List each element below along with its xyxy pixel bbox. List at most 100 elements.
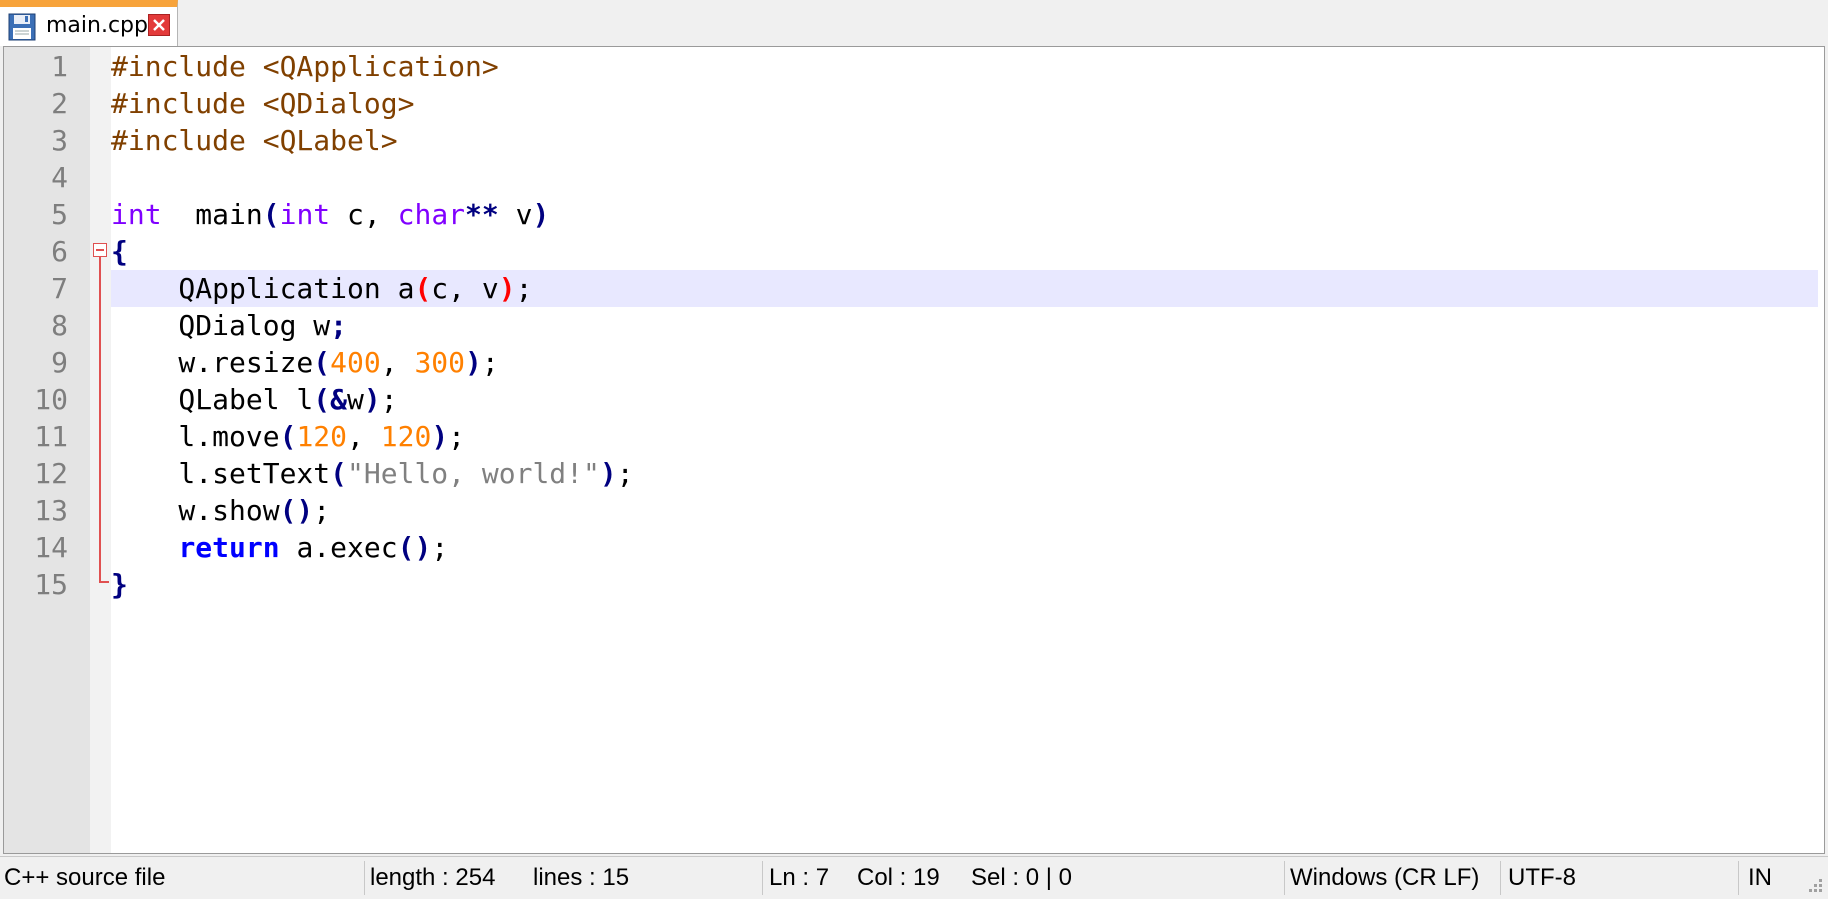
status-divider xyxy=(364,861,365,895)
code-line[interactable]: int main(int c, char** v) xyxy=(111,196,1818,233)
resize-grip-icon[interactable] xyxy=(1804,874,1824,894)
code-line[interactable]: return a.exec(); xyxy=(111,529,1818,566)
code-line[interactable]: l.setText("Hello, world!"); xyxy=(111,455,1818,492)
code-token: QLabel l xyxy=(111,383,314,416)
code-line[interactable]: QLabel l(&w); xyxy=(111,381,1818,418)
code-token: { xyxy=(111,235,128,268)
line-number: 7 xyxy=(51,272,68,305)
code-line[interactable]: QDialog w; xyxy=(111,307,1818,344)
tab-main-cpp[interactable]: main.cpp xyxy=(0,0,178,46)
status-divider xyxy=(1500,861,1501,895)
line-number: 13 xyxy=(34,494,68,527)
code-token: ( xyxy=(414,272,432,305)
code-line[interactable]: w.resize(400, 300); xyxy=(111,344,1818,381)
code-editor[interactable]: #include <QApplication> #include <QDialog… xyxy=(3,46,1825,854)
code-token: 400 xyxy=(330,346,381,379)
code-token: ( xyxy=(313,346,331,379)
fold-collapse-icon[interactable] xyxy=(93,243,107,257)
code-token: a.exec xyxy=(279,531,398,564)
code-token: () xyxy=(279,494,314,527)
code-token: "Hello, world!" xyxy=(347,457,600,490)
code-line[interactable] xyxy=(111,159,1818,196)
status-ln: Ln : 7 xyxy=(769,864,830,891)
line-number: 11 xyxy=(34,420,68,453)
code-line[interactable]: #include <QLabel> xyxy=(111,122,1818,159)
code-token: ) xyxy=(363,383,381,416)
code-token: ; xyxy=(313,494,331,527)
status-lines: lines : 15 xyxy=(533,864,630,891)
status-col: Col : 19 xyxy=(857,864,940,891)
code-token: return xyxy=(178,531,280,564)
save-icon xyxy=(8,13,36,41)
code-token: ) xyxy=(465,346,482,379)
code-token: , xyxy=(380,346,415,379)
code-token: } xyxy=(111,568,128,601)
status-eol[interactable]: Windows (CR LF) xyxy=(1290,857,1479,899)
code-token: () xyxy=(397,531,432,564)
code-token: 120 xyxy=(380,420,432,453)
status-sel: Sel : 0 | 0 xyxy=(971,864,1072,891)
code-token: c, v xyxy=(431,272,499,305)
code-line[interactable]: l.move(120, 120); xyxy=(111,418,1818,455)
code-token: char xyxy=(397,198,466,231)
line-number: 2 xyxy=(51,87,68,120)
code-token: QApplication a xyxy=(111,272,415,305)
code-token: ; xyxy=(448,420,466,453)
status-bar: C++ source file length : 254 lines : 15 … xyxy=(0,856,1828,898)
line-number: 10 xyxy=(34,383,68,416)
line-number: 4 xyxy=(51,161,68,194)
code-token: ; xyxy=(515,272,533,305)
status-insert-mode[interactable]: IN xyxy=(1748,857,1772,899)
code-token: #include <QLabel> xyxy=(111,124,398,157)
code-token: ; xyxy=(481,346,499,379)
code-token: c, xyxy=(330,198,398,231)
code-token: main xyxy=(161,198,263,231)
code-token: v xyxy=(498,198,533,231)
code-token: ) xyxy=(532,198,550,231)
status-divider xyxy=(762,861,763,895)
code-line[interactable]: } xyxy=(111,566,1818,603)
code-token: l.move xyxy=(111,420,280,453)
code-token: & xyxy=(330,383,348,416)
code-token: 120 xyxy=(296,420,348,453)
status-encoding[interactable]: UTF-8 xyxy=(1508,857,1576,899)
fold-range-end xyxy=(99,581,109,583)
code-token: ) xyxy=(599,457,617,490)
code-line[interactable]: #include <QDialog> xyxy=(111,85,1818,122)
code-token: ) xyxy=(431,420,449,453)
code-line[interactable]: #include <QApplication> xyxy=(111,48,1818,85)
status-divider xyxy=(1284,861,1285,895)
line-number: 9 xyxy=(51,346,68,379)
code-token: ( xyxy=(313,383,331,416)
code-line[interactable]: w.show(); xyxy=(111,492,1818,529)
code-token: ; xyxy=(616,457,634,490)
close-icon[interactable] xyxy=(148,14,170,36)
fold-range-line xyxy=(99,257,101,583)
line-number: 14 xyxy=(34,531,68,564)
line-number: 3 xyxy=(51,124,68,157)
code-line[interactable]: { xyxy=(111,233,1818,270)
status-divider xyxy=(1738,861,1739,895)
code-token: #include <QDialog> xyxy=(111,87,415,120)
line-number: 8 xyxy=(51,309,68,342)
code-token: int xyxy=(111,198,162,231)
line-number: 15 xyxy=(34,568,68,601)
tab-bar: main.cpp xyxy=(0,0,1828,46)
code-token: ; xyxy=(330,309,348,342)
line-number: 6 xyxy=(51,235,68,268)
line-number: 12 xyxy=(34,457,68,490)
code-token: w xyxy=(347,383,364,416)
line-number: 1 xyxy=(51,50,68,83)
code-token: ( xyxy=(330,457,348,490)
code-token: QDialog w xyxy=(111,309,331,342)
code-line[interactable]: QApplication a(c, v); xyxy=(111,270,1818,307)
code-token: ( xyxy=(279,420,297,453)
code-token: 300 xyxy=(414,346,466,379)
code-token: ( xyxy=(262,198,280,231)
code-token: ; xyxy=(380,383,398,416)
line-number: 5 xyxy=(51,198,68,231)
status-length: length : 254 xyxy=(370,864,496,891)
code-token: w.resize xyxy=(111,346,314,379)
code-token: #include <QApplication> xyxy=(111,50,499,83)
